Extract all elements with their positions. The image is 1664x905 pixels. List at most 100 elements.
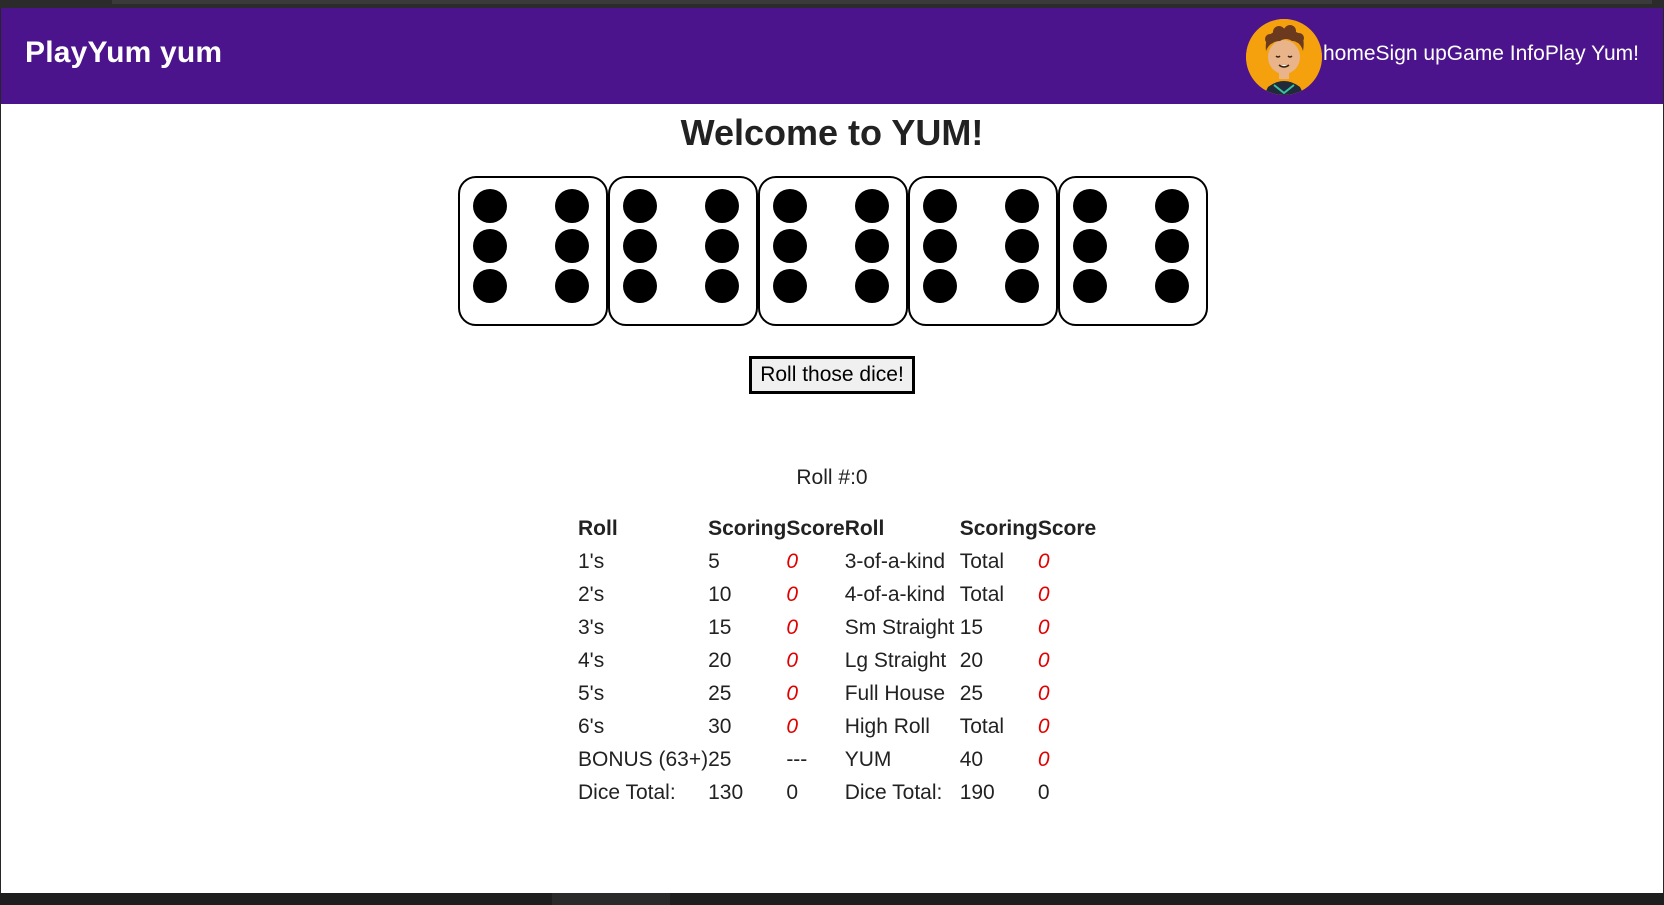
nav-home-link[interactable]: home xyxy=(1323,42,1376,66)
score-value: 0 xyxy=(786,780,798,804)
die-pip xyxy=(623,229,657,263)
nav-game-info-link[interactable]: Game Info xyxy=(1447,42,1545,66)
roll-dice-button[interactable]: Roll those dice! xyxy=(749,356,915,394)
score-value: 0 xyxy=(1037,780,1050,804)
scoring-value: 25 xyxy=(708,681,732,705)
roll-label: 5's xyxy=(578,681,605,705)
scoring-value: 130 xyxy=(708,780,744,804)
top-nav: home Sign up Game Info Play Yum! xyxy=(1323,42,1639,66)
scorecard-header-row: Roll Scoring Score Roll Scoring Score xyxy=(578,512,1098,545)
die-pip xyxy=(705,189,739,223)
score-value[interactable]: 0 xyxy=(1038,611,1098,644)
die-5[interactable] xyxy=(1058,176,1208,326)
scoring-value: 20 xyxy=(959,648,984,672)
scoring-value: Total xyxy=(959,714,1005,738)
score-value: --- xyxy=(786,747,808,771)
die-pip xyxy=(1005,269,1039,303)
scoring-value: 25 xyxy=(959,681,984,705)
die-pip xyxy=(923,229,957,263)
roll-label: YUM xyxy=(844,747,892,771)
die-pip xyxy=(555,269,589,303)
roll-label: Sm Straight xyxy=(844,615,955,639)
die-pip xyxy=(623,269,657,303)
score-value[interactable]: 0 xyxy=(1038,743,1098,776)
scoring-value: 30 xyxy=(708,714,732,738)
score-value[interactable]: 0 xyxy=(1038,545,1098,578)
header-scoring: Scoring xyxy=(708,516,787,540)
die-pip xyxy=(923,269,957,303)
die-pip xyxy=(1073,189,1107,223)
roll-label: 2's xyxy=(578,582,605,606)
die-pip xyxy=(773,189,807,223)
score-value[interactable]: 0 xyxy=(1038,644,1098,677)
score-value[interactable]: 0 xyxy=(786,611,844,644)
die-pip xyxy=(773,269,807,303)
score-value[interactable]: 0 xyxy=(1038,677,1098,710)
scoring-value: 5 xyxy=(708,549,720,573)
score-value[interactable]: 0 xyxy=(1038,578,1098,611)
die-pip xyxy=(1155,229,1189,263)
browser-bottom-strip xyxy=(0,893,1664,905)
score-value[interactable]: 0 xyxy=(786,710,844,743)
scorecard-row: 5's 25 0 Full House 25 0 xyxy=(578,677,1098,710)
scorecard-row: 6's 30 0 High Roll Total 0 xyxy=(578,710,1098,743)
cartoon-face-avatar-icon xyxy=(1246,19,1322,95)
score-value[interactable]: 0 xyxy=(786,545,844,578)
page: PlayYum yum home Sign up Game Info Play … xyxy=(1,8,1663,893)
scorecard-row: 3's 15 0 Sm Straight 15 0 xyxy=(578,611,1098,644)
dice-row xyxy=(458,176,1208,326)
die-pip xyxy=(773,229,807,263)
die-pip xyxy=(1005,189,1039,223)
roll-label: 4's xyxy=(578,648,605,672)
scorecard-row: 4's 20 0 Lg Straight 20 0 xyxy=(578,644,1098,677)
roll-label: 1's xyxy=(578,549,605,573)
brand-title[interactable]: PlayYum yum xyxy=(25,36,222,70)
die-pip xyxy=(923,189,957,223)
die-pip xyxy=(705,269,739,303)
header-scoring: Scoring xyxy=(959,516,1038,540)
die-pip xyxy=(473,269,507,303)
roll-label: 3's xyxy=(578,615,605,639)
roll-label: 6's xyxy=(578,714,605,738)
die-pip xyxy=(473,229,507,263)
die-1[interactable] xyxy=(458,176,608,326)
die-pip xyxy=(623,189,657,223)
die-pip xyxy=(1155,189,1189,223)
die-pip xyxy=(1155,269,1189,303)
score-value[interactable]: 0 xyxy=(786,644,844,677)
score-value[interactable]: 0 xyxy=(786,578,844,611)
nav-play-yum-link[interactable]: Play Yum! xyxy=(1545,42,1639,66)
roll-label: 4-of-a-kind xyxy=(844,582,946,606)
page-title: Welcome to YUM! xyxy=(680,112,984,153)
die-4[interactable] xyxy=(908,176,1058,326)
scoring-value: Total xyxy=(959,582,1005,606)
roll-label: High Roll xyxy=(844,714,930,738)
roll-label: Lg Straight xyxy=(844,648,947,672)
die-pip xyxy=(1005,229,1039,263)
scorecard-row: Dice Total: 130 0 Dice Total: 190 0 xyxy=(578,776,1098,809)
roll-label: BONUS (63+) xyxy=(578,747,709,771)
scoring-value: 25 xyxy=(708,747,732,771)
browser-top-strip xyxy=(0,0,1664,8)
scoring-value: Total xyxy=(959,549,1005,573)
header-score: Score xyxy=(1037,516,1097,540)
die-pip xyxy=(473,189,507,223)
die-pip xyxy=(555,229,589,263)
die-pip xyxy=(1073,229,1107,263)
taskbar-segment xyxy=(552,893,670,905)
die-2[interactable] xyxy=(608,176,758,326)
roll-count: Roll #:0 xyxy=(796,466,868,489)
die-pip xyxy=(1073,269,1107,303)
header-roll: Roll xyxy=(578,516,618,540)
die-pip xyxy=(855,189,889,223)
die-pip xyxy=(705,229,739,263)
roll-label: Dice Total: xyxy=(578,780,676,804)
die-pip xyxy=(555,189,589,223)
scoring-value: 20 xyxy=(708,648,732,672)
nav-sign-up-link[interactable]: Sign up xyxy=(1376,42,1447,66)
die-3[interactable] xyxy=(758,176,908,326)
score-value[interactable]: 0 xyxy=(786,677,844,710)
app-bar: PlayYum yum home Sign up Game Info Play … xyxy=(1,8,1663,104)
score-value[interactable]: 0 xyxy=(1038,710,1098,743)
avatar[interactable] xyxy=(1246,19,1322,95)
